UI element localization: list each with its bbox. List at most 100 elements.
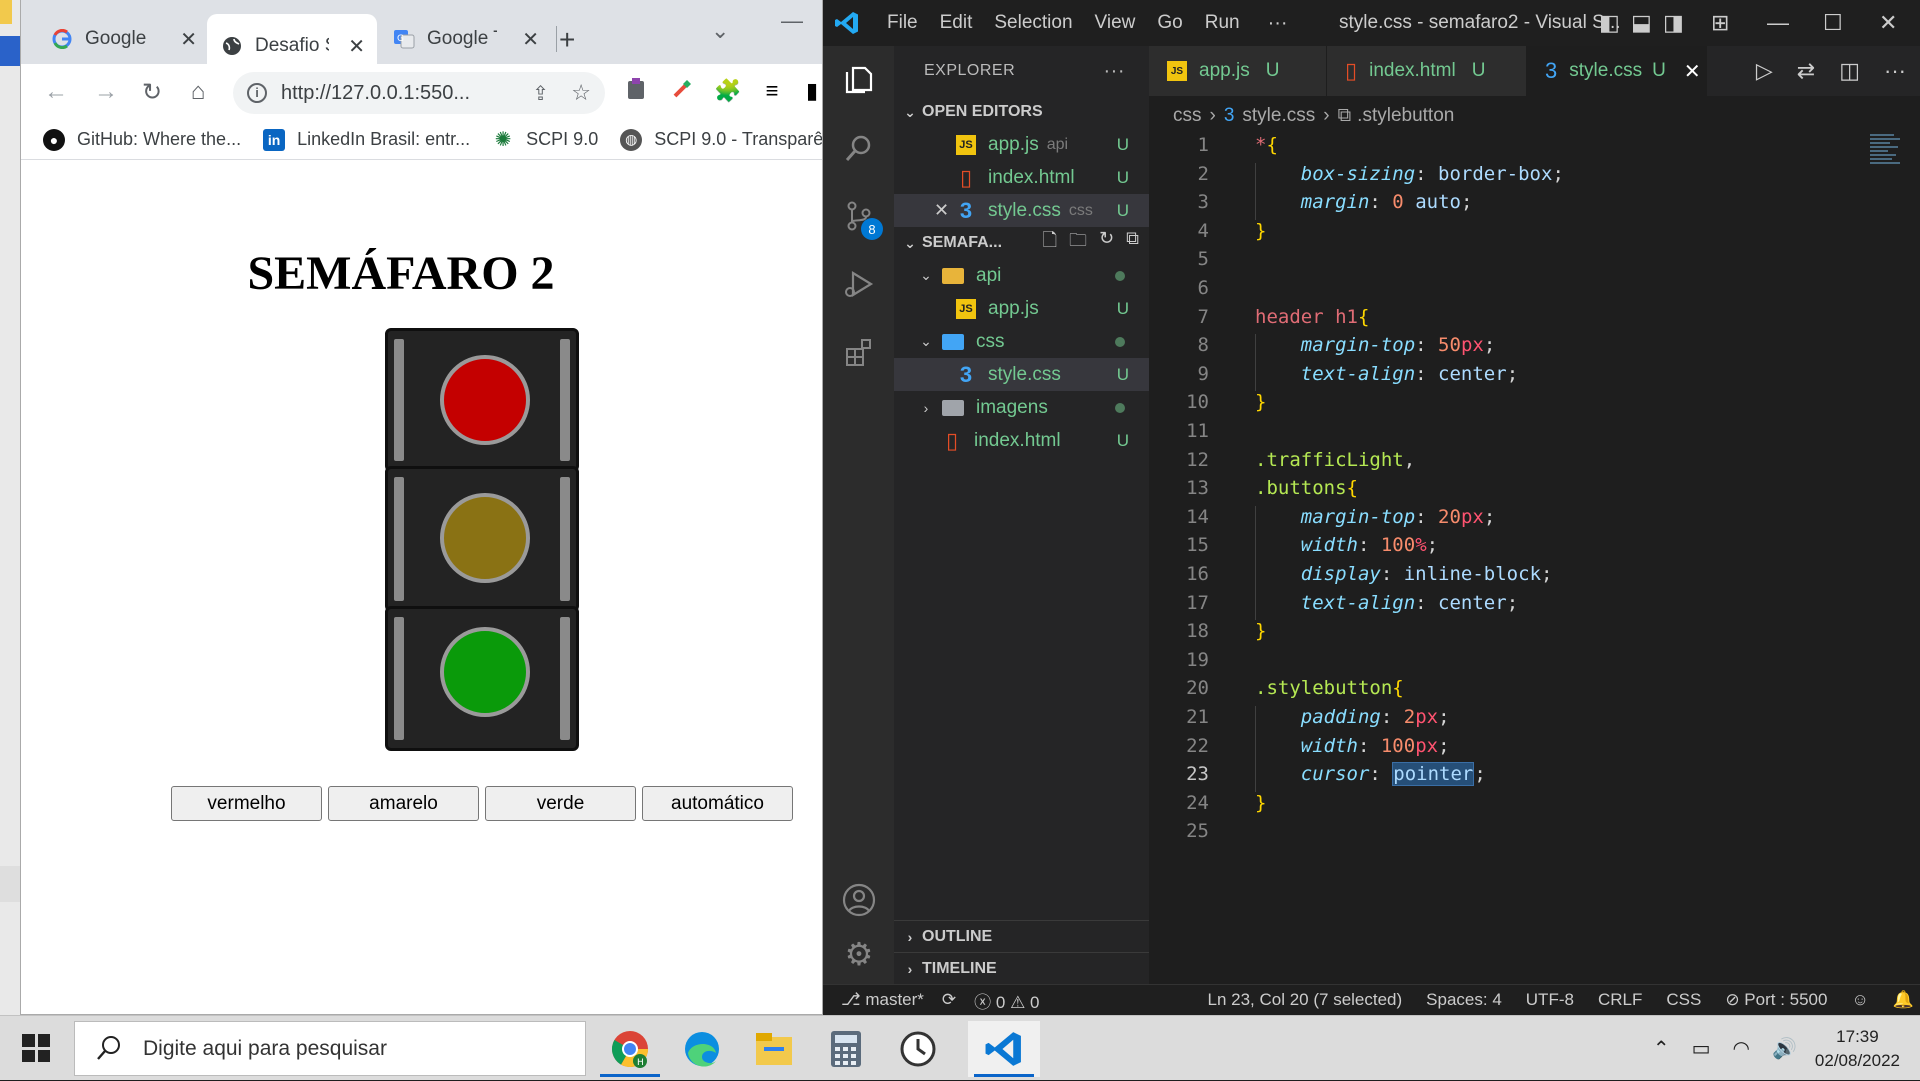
code-line[interactable]: padding: 2px; [1255,706,1450,728]
automatico-button[interactable]: automático [642,786,793,821]
tree-file-index-html[interactable]: ▯ index.html U [894,424,1149,457]
code-line[interactable]: } [1255,620,1266,642]
minimize-icon[interactable]: — [781,8,803,34]
more-actions-icon[interactable]: ··· [1884,58,1906,84]
bookmark-star-icon[interactable]: ☆ [571,80,591,106]
code-line[interactable]: margin: 0 auto; [1255,191,1472,213]
media-control-icon[interactable]: ≡ [757,78,787,104]
eol-status[interactable]: CRLF [1598,990,1642,1010]
side-panel-icon[interactable]: ▮ [797,78,823,104]
tab-search-chevron-icon[interactable]: ⌄ [711,18,729,44]
menu-run[interactable]: Run [1205,12,1240,34]
tree-file-app-js[interactable]: JS app.js U [894,292,1149,325]
code-line[interactable]: .buttons{ [1255,477,1358,499]
tree-folder-imagens[interactable]: › imagens [894,391,1149,424]
taskbar-search-box[interactable]: Digite aqui para pesquisar [74,1021,586,1076]
toggle-sidebar-icon[interactable]: ◧ [1599,10,1620,36]
vscode-taskbar-icon[interactable] [968,1021,1040,1077]
encoding-status[interactable]: UTF-8 [1526,990,1574,1010]
explorer-icon[interactable] [837,58,881,102]
extensions-puzzle-icon[interactable]: 🧩 [713,78,743,104]
address-bar[interactable]: i http://127.0.0.1:550... ⇪ ☆ [233,72,605,114]
chrome-taskbar-icon[interactable]: H [594,1021,666,1077]
code-line[interactable]: margin-top: 50px; [1255,334,1495,356]
close-tab-icon[interactable]: ✕ [1684,59,1701,84]
project-folder-header[interactable]: ⌄ SEMAFA... 🗋 🗀 ↻ ⧉ [894,227,1149,259]
forward-arrow-icon[interactable]: → [91,78,121,106]
editor-tab-app-js[interactable]: JS app.js U [1149,46,1327,96]
wifi-icon[interactable]: ◠ [1733,1036,1750,1061]
minimize-icon[interactable]: — [1767,10,1789,36]
toggle-secondary-sidebar-icon[interactable]: ◨ [1663,10,1684,36]
code-line[interactable]: .stylebutton{ [1255,677,1404,699]
bookmark-linkedin[interactable]: in LinkedIn Brasil: entr... [263,129,470,151]
minimap[interactable] [1870,132,1910,192]
site-info-icon[interactable]: i [247,83,267,103]
search-icon[interactable] [837,126,881,170]
code-line[interactable]: box-sizing: border-box; [1255,163,1564,185]
extension-icon[interactable] [621,78,651,106]
desktop-selected-item[interactable] [0,36,20,66]
vermelho-button[interactable]: vermelho [171,786,322,821]
accounts-icon[interactable] [837,878,881,922]
chevron-up-icon[interactable]: ⌃ [1653,1036,1670,1061]
menu-view[interactable]: View [1095,12,1136,34]
open-editor-app-js[interactable]: JS app.js api U [894,128,1149,161]
tree-folder-api[interactable]: ⌄ api [894,259,1149,292]
browser-tab-google[interactable]: Google ✕ [37,14,209,64]
extensions-icon[interactable] [837,330,881,374]
refresh-icon[interactable]: ↻ [1099,228,1114,258]
clock-app-taskbar-icon[interactable] [882,1021,954,1077]
tree-folder-css[interactable]: ⌄ css [894,325,1149,358]
menu-selection[interactable]: Selection [994,12,1072,34]
timeline-header[interactable]: › TIMELINE [894,952,1149,984]
verde-button[interactable]: verde [485,786,636,821]
battery-icon[interactable]: ▭ [1692,1036,1711,1061]
more-menu-icon[interactable]: ··· [1268,12,1288,35]
code-line[interactable]: text-align: center; [1255,592,1518,614]
source-control-icon[interactable]: 8 [837,194,881,238]
editor-tab-index-html[interactable]: ▯ index.html U [1327,46,1527,96]
home-icon[interactable]: ⌂ [183,78,213,106]
code-line[interactable]: } [1255,792,1266,814]
close-tab-icon[interactable]: ✕ [180,27,197,52]
cursor-position[interactable]: Ln 23, Col 20 (7 selected) [1208,990,1403,1010]
customize-layout-icon[interactable]: ⊞ [1711,10,1729,36]
settings-gear-icon[interactable]: ⚙ [837,932,881,976]
bookmark-github[interactable]: ● GitHub: Where the... [43,129,241,151]
code-line[interactable]: *{ [1255,134,1278,156]
indentation-status[interactable]: Spaces: 4 [1426,990,1502,1010]
reload-icon[interactable]: ↻ [137,78,167,107]
breadcrumb-item[interactable]: style.css [1242,105,1315,127]
outline-header[interactable]: › OUTLINE [894,920,1149,952]
code-editor[interactable]: 1234567891011121314151617181920212223242… [1149,132,1920,984]
code-line[interactable]: width: 100%; [1255,534,1438,556]
breadcrumb-item[interactable]: css [1173,105,1202,127]
code-line[interactable]: margin-top: 20px; [1255,506,1495,528]
language-mode[interactable]: CSS [1666,990,1701,1010]
url-text[interactable]: http://127.0.0.1:550... [281,82,481,105]
code-line[interactable]: cursor: pointer; [1255,763,1486,785]
edge-taskbar-icon[interactable] [666,1021,738,1077]
run-debug-icon[interactable] [837,262,881,306]
menu-edit[interactable]: Edit [940,12,973,34]
taskbar-clock[interactable]: 17:39 02/08/2022 [1815,1025,1900,1073]
compare-changes-icon[interactable]: ⇄ [1797,58,1815,84]
new-file-icon[interactable]: 🗋 [1043,228,1057,258]
problems-status[interactable]: ⓧ 0 ⚠ 0 [974,988,1039,1013]
close-icon[interactable]: ✕ [1879,10,1897,36]
code-line[interactable]: text-align: center; [1255,363,1518,385]
file-explorer-taskbar-icon[interactable] [738,1021,810,1077]
live-server-status[interactable]: ⊘ Port : 5500 [1725,990,1827,1010]
code-line[interactable]: header h1{ [1255,306,1369,328]
color-picker-icon[interactable] [667,78,697,106]
calculator-taskbar-icon[interactable] [810,1021,882,1077]
code-line[interactable]: display: inline-block; [1255,563,1552,585]
menu-file[interactable]: File [887,12,918,34]
open-editors-header[interactable]: ⌄ OPEN EDITORS [894,96,1149,128]
editor-tab-style-css[interactable]: 3 style.css U ✕ [1527,46,1707,96]
branch-status[interactable]: ⎇ master* [841,990,924,1010]
menu-go[interactable]: Go [1157,12,1182,34]
share-icon[interactable]: ⇪ [532,81,549,106]
toggle-panel-icon[interactable]: ⬓ [1631,10,1652,36]
